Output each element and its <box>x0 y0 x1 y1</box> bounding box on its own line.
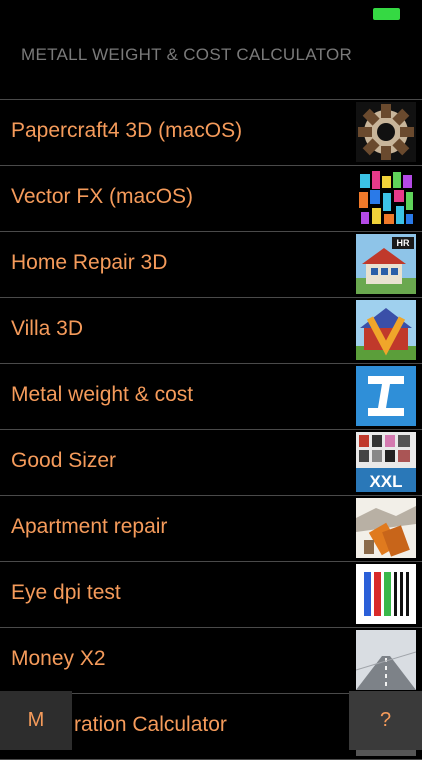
list-item-label: Eye dpi test <box>11 581 121 604</box>
road-icon <box>356 630 416 690</box>
list-item-label: Apartment repair <box>11 515 168 538</box>
list-item-label: Money X2 <box>11 647 106 670</box>
list-item-label: Good Sizer <box>11 449 117 472</box>
list-item-label: Metal weight & cost <box>11 383 194 406</box>
list-item-metal-weight[interactable]: Metal weight & cost <box>0 364 422 430</box>
svg-text:HR: HR <box>397 238 410 248</box>
house-hr-icon: HR <box>356 234 416 294</box>
apartment-repair-icon <box>356 498 416 558</box>
list-item-vector-fx[interactable]: Vector FX (macOS) <box>0 166 422 232</box>
list-item-good-sizer[interactable]: Good Sizer XXL <box>0 430 422 496</box>
list-item-home-repair[interactable]: Home Repair 3D HR <box>0 232 422 298</box>
status-bar <box>0 0 422 30</box>
list-item-eye-dpi[interactable]: Eye dpi test <box>0 562 422 628</box>
list-item-papercraft[interactable]: Papercraft4 3D (macOS) <box>0 100 422 166</box>
list-item-label: Home Repair 3D <box>11 251 168 274</box>
list-item-label: Papercraft4 3D (macOS) <box>11 119 243 142</box>
list-item-villa[interactable]: Villa 3D <box>0 298 422 364</box>
i-beam-icon <box>356 366 416 426</box>
dpi-test-icon <box>356 564 416 624</box>
list-item-label: ration Calculator <box>74 713 227 736</box>
list-item-label: Villa 3D <box>11 317 83 340</box>
list-item-money-x2[interactable]: Money X2 <box>0 628 422 694</box>
vector-fx-icon <box>356 168 416 228</box>
svg-text:XXL: XXL <box>369 472 402 491</box>
help-button[interactable]: ? <box>349 691 422 750</box>
app-list: Papercraft4 3D (macOS) Vector FX (macOS)… <box>0 99 422 760</box>
page-title: METALL WEIGHT & COST CALCULATOR <box>21 45 353 64</box>
xxl-sizer-icon: XXL <box>356 432 416 492</box>
gear-papercraft-icon <box>356 102 416 162</box>
menu-button[interactable]: M <box>0 691 72 750</box>
villa-icon <box>356 300 416 360</box>
list-item-apartment-repair[interactable]: Apartment repair <box>0 496 422 562</box>
list-item-label: Vector FX (macOS) <box>11 185 194 208</box>
battery-icon <box>373 8 400 20</box>
